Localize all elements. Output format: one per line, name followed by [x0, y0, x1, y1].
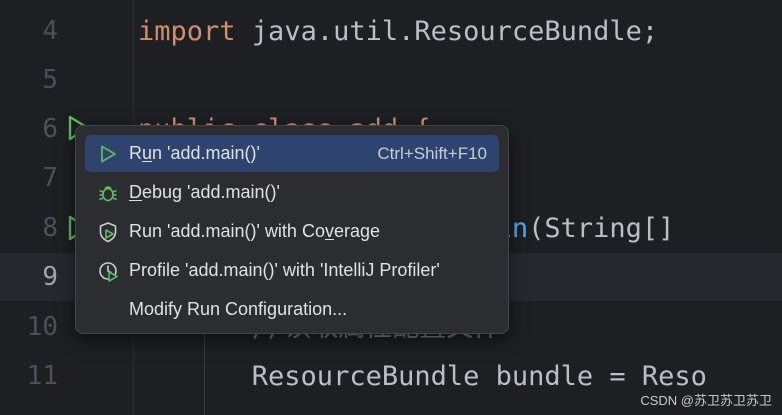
menu-item-run-with-coverage[interactable]: Run 'add.main()' with Coverage [85, 213, 499, 250]
run-context-menu: Run 'add.main()' Ctrl+Shift+F10 Debug 'a… [75, 125, 509, 334]
line-number: 8 [42, 213, 58, 243]
menu-item-label: Profile 'add.main()' with 'IntelliJ Prof… [129, 260, 440, 280]
line-number: 10 [26, 312, 58, 342]
run-icon [97, 143, 119, 165]
menu-item-label: Modify Run Configuration... [129, 299, 348, 319]
code-editor[interactable]: 4import java.util.ResourceBundle;56publi… [0, 0, 782, 415]
menu-item-modify-run-configuration[interactable]: Modify Run Configuration... [85, 291, 499, 328]
line-number: 4 [42, 16, 58, 46]
menu-item-label: Run 'add.main()' [129, 143, 260, 163]
code-token: java.util.ResourceBundle; [235, 16, 659, 47]
line-number: 5 [42, 65, 58, 95]
code-line[interactable]: 5 [0, 56, 782, 105]
profiler-icon [97, 260, 119, 282]
menu-item-run[interactable]: Run 'add.main()' Ctrl+Shift+F10 [85, 135, 499, 172]
line-number: 7 [42, 163, 58, 193]
code-token: (String[] [528, 213, 675, 244]
watermark: CSDN @苏卫苏卫苏卫 [640, 393, 772, 408]
line-number: 6 [42, 114, 58, 144]
code-text: ResourceBundle bundle = Reso [138, 352, 707, 401]
menu-item-label: Run 'add.main()' with Coverage [129, 221, 380, 241]
code-token: import [138, 16, 236, 47]
menu-item-shortcut: Ctrl+Shift+F10 [377, 143, 487, 163]
code-token: ResourceBundle bundle = Reso [138, 361, 707, 392]
line-number: 9 [42, 262, 58, 292]
code-line[interactable]: 4 import java.util.ResourceBundle; [0, 7, 782, 56]
menu-item-profile[interactable]: Profile 'add.main()' with 'IntelliJ Prof… [85, 252, 499, 289]
coverage-icon [97, 221, 119, 243]
debug-icon [97, 182, 119, 204]
menu-item-label: Debug 'add.main()' [129, 182, 280, 202]
menu-item-debug[interactable]: Debug 'add.main()' [85, 174, 499, 211]
code-text: import java.util.ResourceBundle; [138, 7, 658, 56]
line-number: 11 [26, 361, 58, 391]
